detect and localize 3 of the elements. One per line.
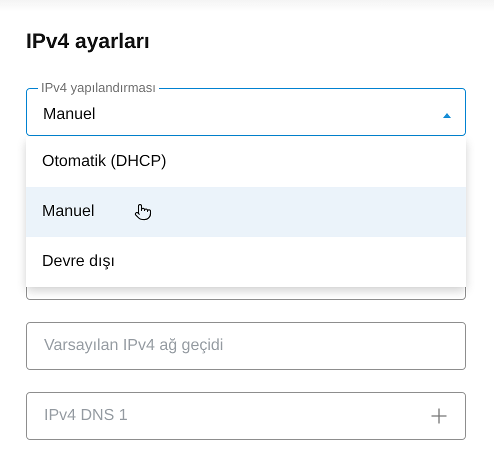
- select-value: Manuel: [43, 106, 96, 124]
- section-title: IPv4 ayarları: [26, 29, 151, 55]
- field-label: IPv4 yapılandırması: [38, 80, 159, 95]
